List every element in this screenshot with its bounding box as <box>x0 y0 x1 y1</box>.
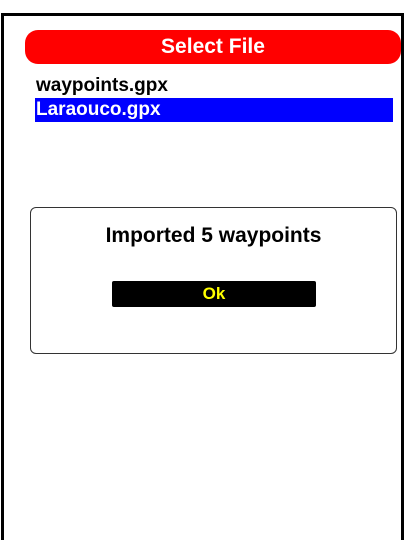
dialog-message: Imported 5 waypoints <box>105 224 322 247</box>
file-list: waypoints.gpx Laraouco.gpx <box>35 74 393 122</box>
ok-button[interactable]: Ok <box>112 281 316 307</box>
page-title: Select File <box>25 30 401 64</box>
file-item-waypoints[interactable]: waypoints.gpx <box>35 74 393 98</box>
import-result-dialog: Imported 5 waypoints Ok <box>30 207 397 354</box>
file-item-laraouco[interactable]: Laraouco.gpx <box>35 98 393 122</box>
